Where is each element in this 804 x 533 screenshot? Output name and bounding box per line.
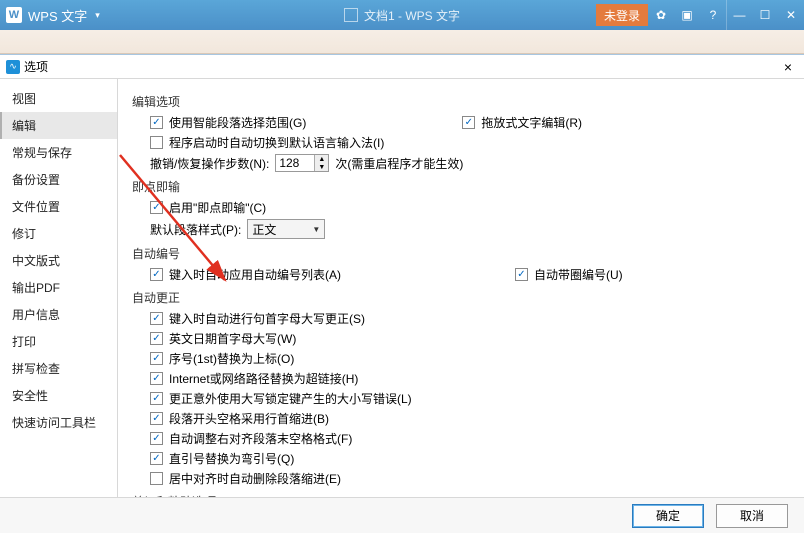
sidebar-item-output-pdf[interactable]: 输出PDF [0,274,117,301]
checkbox-auto-ime[interactable] [150,136,163,149]
undo-steps-input[interactable] [276,155,314,171]
label-ac-8: 居中对齐时自动删除段落缩进(E) [169,470,341,487]
label-auto-number-list: 键入时自动应用自动编号列表(A) [169,266,341,283]
checkbox-ac-8[interactable] [150,472,163,485]
label-ac-5: 段落开头空格采用行首缩进(B) [169,410,329,427]
label-smart-paragraph: 使用智能段落选择范围(G) [169,114,306,131]
label-circled-number: 自动带圈编号(U) [534,266,623,283]
sidebar-item-file-location[interactable]: 文件位置 [0,193,117,220]
app-titlebar: W WPS 文字 ▾ 文档1 - WPS 文字 未登录 ✿ ▣ ? — ☐ ✕ [0,0,804,30]
label-drag-edit: 拖放式文字编辑(R) [481,114,582,131]
sidebar-item-chinese-layout[interactable]: 中文版式 [0,247,117,274]
dialog-footer: 确定 取消 [0,497,804,533]
label-undo-steps: 撤销/恢复操作步数(N): [150,155,269,172]
checkbox-ac-4[interactable] [150,392,163,405]
maximize-button[interactable]: ☐ [752,0,778,30]
spin-up-icon[interactable]: ▲ [315,155,328,163]
label-auto-ime: 程序启动时自动切换到默认语言输入法(I) [169,134,384,151]
checkbox-ac-2[interactable] [150,352,163,365]
document-icon [344,8,358,22]
group-edit-options: 编辑选项 [132,93,790,110]
label-ac-7: 直引号替换为弯引号(Q) [169,450,294,467]
help-icon[interactable]: ? [700,0,726,30]
wps-logo-icon: W [6,7,22,23]
shirt-icon[interactable]: ▣ [674,0,700,30]
ribbon-strip [0,30,804,54]
cancel-button[interactable]: 取消 [716,504,788,528]
sidebar-item-print[interactable]: 打印 [0,328,117,355]
document-title: 文档1 - WPS 文字 [364,7,460,24]
group-auto-correct: 自动更正 [132,289,790,306]
checkbox-auto-number-list[interactable] [150,268,163,281]
checkbox-drag-edit[interactable] [462,116,475,129]
label-ac-4: 更正意外使用大写锁定键产生的大小写错误(L) [169,390,412,407]
skin-icon[interactable]: ✿ [648,0,674,30]
label-ac-3: Internet或网络路径替换为超链接(H) [169,370,358,387]
sidebar-item-view[interactable]: 视图 [0,85,117,112]
minimize-button[interactable]: — [726,0,752,30]
sidebar-item-user-info[interactable]: 用户信息 [0,301,117,328]
options-content: 编辑选项 使用智能段落选择范围(G) 拖放式文字编辑(R) 程序启动时自动切换到… [118,79,804,497]
label-ac-6: 自动调整右对齐段落末空格格式(F) [169,430,352,447]
chevron-down-icon: ▼ [312,225,320,234]
label-default-para-style: 默认段落样式(P): [150,221,241,238]
group-cut-paste: 剪切和粘贴选项 [132,493,790,497]
app-menu-dropdown[interactable]: ▾ [95,10,100,21]
sidebar-item-security[interactable]: 安全性 [0,382,117,409]
dialog-title: 选项 [24,58,778,75]
sidebar-item-revision[interactable]: 修订 [0,220,117,247]
checkbox-ac-3[interactable] [150,372,163,385]
spin-down-icon[interactable]: ▼ [315,163,328,171]
sidebar-item-spellcheck[interactable]: 拼写检查 [0,355,117,382]
dialog-icon: ∿ [6,60,20,74]
default-para-style-select[interactable]: 正文 ▼ [247,219,325,239]
label-ac-0: 键入时自动进行句首字母大写更正(S) [169,310,365,327]
label-ac-1: 英文日期首字母大写(W) [169,330,296,347]
label-undo-suffix: 次(需重启程序才能生效) [335,155,463,172]
sidebar-item-general-save[interactable]: 常规与保存 [0,139,117,166]
undo-steps-spinner[interactable]: ▲▼ [275,154,329,172]
sidebar-item-backup[interactable]: 备份设置 [0,166,117,193]
dialog-close-button[interactable]: × [778,59,798,75]
checkbox-ac-7[interactable] [150,452,163,465]
login-button[interactable]: 未登录 [596,4,648,26]
sidebar-item-edit[interactable]: 编辑 [0,112,117,139]
checkbox-ac-6[interactable] [150,432,163,445]
close-window-button[interactable]: ✕ [778,0,804,30]
label-ac-2: 序号(1st)替换为上标(O) [169,350,294,367]
options-sidebar: 视图 编辑 常规与保存 备份设置 文件位置 修订 中文版式 输出PDF 用户信息… [0,79,118,497]
app-name: WPS 文字 [28,6,87,25]
checkbox-smart-paragraph[interactable] [150,116,163,129]
ok-button[interactable]: 确定 [632,504,704,528]
checkbox-ac-0[interactable] [150,312,163,325]
checkbox-enable-clicktype[interactable] [150,201,163,214]
group-click-type: 即点即输 [132,178,790,195]
checkbox-ac-1[interactable] [150,332,163,345]
checkbox-circled-number[interactable] [515,268,528,281]
sidebar-item-quick-access-toolbar[interactable]: 快速访问工具栏 [0,409,117,436]
checkbox-ac-5[interactable] [150,412,163,425]
group-auto-number: 自动编号 [132,245,790,262]
options-dialog: ∿ 选项 × 视图 编辑 常规与保存 备份设置 文件位置 修订 中文版式 输出P… [0,54,804,532]
label-enable-clicktype: 启用"即点即输"(C) [169,199,266,216]
